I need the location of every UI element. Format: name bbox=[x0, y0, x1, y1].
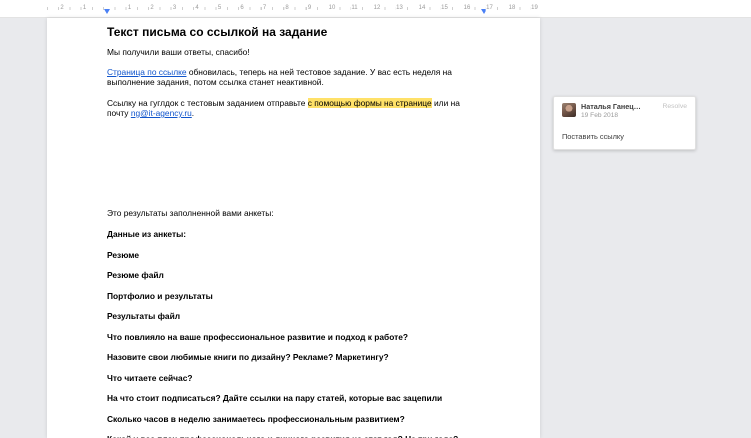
paragraph-text: или на bbox=[432, 98, 460, 108]
question-line: На что стоит подписаться? Дайте ссылки н… bbox=[107, 393, 490, 404]
left-indent-marker[interactable] bbox=[104, 9, 110, 14]
paragraph-text: почту bbox=[107, 108, 131, 118]
google-docs-canvas: 2112345678910111213141516171819 Текст пи… bbox=[0, 0, 751, 438]
highlighted-text: с помощью формы на странице bbox=[308, 98, 432, 108]
ruler-number: 14 bbox=[418, 5, 427, 12]
ruler-number: 18 bbox=[508, 5, 517, 12]
ruler-number: 2 bbox=[59, 5, 64, 12]
page-link[interactable]: Страница по ссылке bbox=[107, 67, 187, 77]
paragraph: Это результаты заполненной вами анкеты: bbox=[107, 208, 490, 219]
question-line: Что повлияло на ваше профессиональное ра… bbox=[107, 332, 490, 343]
comment-date: 19 Feb 2018 bbox=[581, 112, 641, 120]
ruler-number: 10 bbox=[328, 5, 337, 12]
question-line: Назовите свои любимые книги по дизайну? … bbox=[107, 352, 490, 363]
ruler-number: 13 bbox=[395, 5, 404, 12]
paragraph: Мы получили ваши ответы, спасибо! bbox=[107, 47, 490, 58]
ruler: 2112345678910111213141516171819 bbox=[47, 2, 540, 16]
ruler-number: 9 bbox=[307, 5, 312, 12]
document-page[interactable]: Текст письма со ссылкой на задание Мы по… bbox=[47, 18, 540, 438]
ruler-number: 2 bbox=[149, 5, 154, 12]
comment-text: Поставить ссылку bbox=[562, 132, 687, 141]
ruler-number: 8 bbox=[284, 5, 289, 12]
resolve-button[interactable]: Resolve bbox=[662, 103, 687, 110]
ruler-number: 15 bbox=[440, 5, 449, 12]
ruler-number: 11 bbox=[350, 5, 358, 12]
question-line: Резюме файл bbox=[107, 270, 490, 281]
ruler-number: 1 bbox=[82, 5, 87, 12]
ruler-number: 7 bbox=[262, 5, 267, 12]
ruler-bar: 2112345678910111213141516171819 bbox=[0, 0, 751, 18]
question-line: Данные из анкеты: bbox=[107, 229, 490, 240]
comment-author: Наталья Ганец… bbox=[581, 103, 641, 111]
comment-card[interactable]: Наталья Ганец… 19 Feb 2018 Resolve Поста… bbox=[553, 96, 696, 150]
question-line: Что читаете сейчас? bbox=[107, 373, 490, 384]
question-line: Резюме bbox=[107, 250, 490, 261]
ruler-number: 17 bbox=[485, 5, 494, 12]
ruler-number: 1 bbox=[127, 5, 132, 12]
paragraph-text: выполнение задания, потом ссылка станет … bbox=[107, 77, 324, 87]
ruler-number: 19 bbox=[530, 5, 539, 12]
document-title: Текст письма со ссылкой на задание bbox=[107, 25, 490, 39]
paragraph-text: Мы получили ваши ответы, спасибо! bbox=[107, 47, 250, 57]
comment-avatar bbox=[562, 103, 576, 117]
ruler-number: 4 bbox=[194, 5, 199, 12]
email-link[interactable]: ng@it-agency.ru bbox=[131, 108, 192, 118]
question-line: Какой у вас план профессионального и лич… bbox=[107, 434, 490, 438]
paragraph-text: Это результаты заполненной вами анкеты: bbox=[107, 208, 274, 218]
ruler-number: 16 bbox=[463, 5, 472, 12]
paragraph-text: Ссылку на гуглдок с тестовым заданием от… bbox=[107, 98, 308, 108]
question-line: Сколько часов в неделю занимаетесь профе… bbox=[107, 414, 490, 425]
paragraph-text: . bbox=[192, 108, 194, 118]
paragraph: Ссылку на гуглдок с тестовым заданием от… bbox=[107, 98, 490, 119]
ruler-number: 6 bbox=[239, 5, 244, 12]
question-line: Результаты файл bbox=[107, 311, 490, 322]
ruler-number: 5 bbox=[217, 5, 222, 12]
comment-author-block: Наталья Ганец… 19 Feb 2018 bbox=[581, 103, 641, 120]
comment-header: Наталья Ганец… 19 Feb 2018 Resolve bbox=[562, 103, 687, 120]
question-line: Портфолио и результаты bbox=[107, 291, 490, 302]
paragraph: Страница по ссылке обновилась, теперь на… bbox=[107, 67, 490, 88]
paragraph-text: обновилась, теперь на ней тестовое задан… bbox=[187, 67, 452, 77]
ruler-number: 3 bbox=[172, 5, 177, 12]
ruler-number: 12 bbox=[373, 5, 382, 12]
